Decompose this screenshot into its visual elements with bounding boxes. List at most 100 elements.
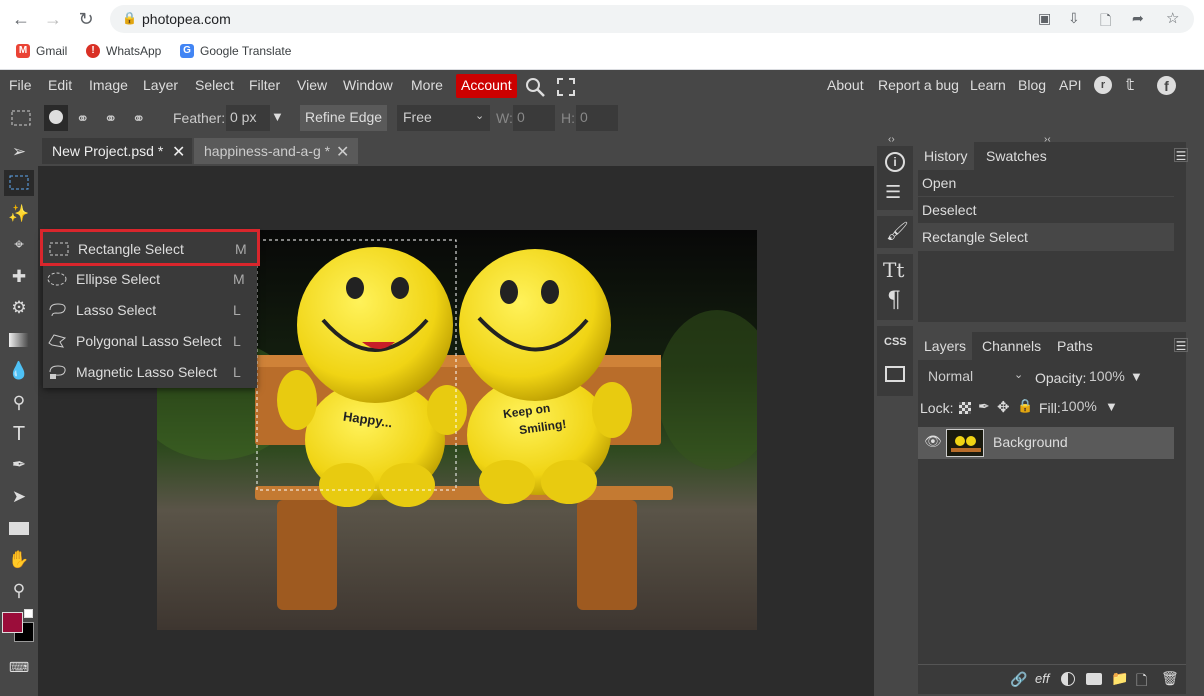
opacity-dropdown-icon[interactable]: ▼ — [1130, 369, 1143, 384]
pen-tool-icon[interactable]: ✒ — [6, 452, 32, 478]
blend-mode-select[interactable]: Normal ⌄ — [922, 364, 1028, 390]
style-select[interactable]: Free ⌄ — [397, 105, 490, 131]
menu-window[interactable]: Window — [343, 77, 393, 93]
feather-input[interactable]: 0 px — [226, 105, 270, 131]
link-blog[interactable]: Blog — [1018, 77, 1046, 93]
flyout-item-rectangle-select[interactable]: Rectangle Select M — [40, 229, 260, 266]
flyout-item-ellipse-select[interactable]: Ellipse Select M — [43, 264, 257, 295]
layer-row[interactable]: 👁 Background — [918, 427, 1174, 459]
css-icon[interactable]: CSS — [884, 336, 907, 348]
bookmark-whatsapp[interactable]: ! WhatsApp — [86, 42, 161, 60]
info-icon[interactable]: i — [885, 152, 905, 172]
character-icon[interactable]: Tt — [883, 258, 904, 282]
brush-icon[interactable]: 🖌 — [886, 221, 909, 242]
tab-happiness[interactable]: happiness-and-a-g * ✕ — [194, 138, 358, 164]
intersect-selection-icon[interactable]: ⚭ — [132, 109, 145, 129]
share-icon[interactable]: ➦ — [1132, 10, 1144, 27]
close-icon[interactable]: ✕ — [336, 142, 349, 162]
menu-select[interactable]: Select — [195, 77, 234, 93]
close-icon[interactable]: ✕ — [172, 142, 185, 162]
panel-menu-icon[interactable]: ☰ — [1174, 148, 1188, 163]
gradient-tool-icon[interactable] — [6, 327, 32, 353]
tab-paths[interactable]: Paths — [1051, 332, 1099, 360]
crop-tool-icon[interactable]: ⌖ — [6, 232, 32, 258]
refine-edge-button[interactable]: Refine Edge — [300, 105, 388, 131]
path-select-tool-icon[interactable]: ➤ — [6, 484, 32, 510]
adjustment-layer-icon[interactable] — [1061, 672, 1075, 686]
page-icon[interactable]: 🗋 — [1100, 10, 1111, 34]
visibility-eye-icon[interactable]: 👁 — [924, 433, 942, 450]
tab-layers[interactable]: Layers — [918, 332, 973, 360]
menu-more[interactable]: More — [411, 77, 443, 93]
layer-effects-icon[interactable]: eff — [1035, 671, 1049, 686]
panel-menu-icon[interactable]: ☰ — [1174, 338, 1188, 353]
back-icon[interactable]: ← — [10, 8, 32, 30]
hand-tool-icon[interactable]: ✋ — [6, 547, 32, 573]
foreground-color-swatch[interactable] — [2, 612, 23, 633]
facebook-icon[interactable]: f — [1157, 76, 1176, 95]
move-tool-icon[interactable]: ➢ — [6, 139, 32, 165]
menu-layer[interactable]: Layer — [143, 77, 178, 93]
history-item[interactable]: Deselect — [918, 197, 1174, 224]
rect-select-tool-icon[interactable] — [10, 108, 32, 128]
flyout-item-polygonal-lasso-select[interactable]: Polygonal Lasso Select L — [43, 326, 257, 357]
add-selection-icon[interactable]: ⚭ — [76, 109, 89, 129]
shape-tool-icon[interactable] — [6, 515, 32, 541]
lock-transparency-icon[interactable] — [959, 402, 971, 414]
tab-swatches[interactable]: Swatches — [980, 142, 1053, 170]
stamp-tool-icon[interactable]: ⚙ — [6, 295, 32, 321]
healing-tool-icon[interactable]: ✚ — [6, 264, 32, 290]
bookmark-google-translate[interactable]: G Google Translate — [180, 42, 291, 60]
layer-mask-icon[interactable] — [1086, 673, 1102, 685]
subtract-selection-icon[interactable]: ⚭ — [104, 109, 117, 129]
history-item[interactable]: Open — [918, 170, 1174, 197]
fill-dropdown-icon[interactable]: ▼ — [1105, 399, 1118, 414]
marquee-tool-icon[interactable] — [4, 170, 34, 196]
reload-icon[interactable]: ↻ — [75, 8, 97, 30]
menu-view[interactable]: View — [297, 77, 327, 93]
opacity-input[interactable]: 100% — [1088, 364, 1128, 390]
account-button[interactable]: Account — [456, 74, 517, 98]
magic-wand-tool-icon[interactable]: ✨ — [6, 201, 32, 227]
height-input[interactable]: 0 — [576, 105, 618, 131]
reddit-icon[interactable]: r — [1094, 76, 1112, 94]
selection-mode-new[interactable] — [44, 105, 68, 131]
address-bar[interactable]: 🔒 photopea.com ▣ ⇩ 🗋 ➦ ☆ — [110, 5, 1194, 33]
flyout-item-lasso-select[interactable]: Lasso Select L — [43, 295, 257, 326]
image-icon[interactable] — [885, 366, 905, 382]
paragraph-icon[interactable]: ¶ — [887, 288, 901, 313]
flyout-item-magnetic-lasso-select[interactable]: Magnetic Lasso Select L — [43, 357, 257, 388]
link-about[interactable]: About — [827, 77, 864, 93]
link-report-bug[interactable]: Report a bug — [878, 77, 959, 93]
open-in-app-icon[interactable]: ▣ — [1038, 10, 1051, 27]
tab-new-project[interactable]: New Project.psd * ✕ — [42, 138, 192, 164]
star-icon[interactable]: ☆ — [1166, 9, 1179, 27]
blur-tool-icon[interactable]: 💧 — [6, 358, 32, 384]
lock-pixels-icon[interactable]: ✒ — [978, 398, 990, 415]
menu-file[interactable]: File — [9, 77, 32, 93]
bookmark-gmail[interactable]: M Gmail — [16, 42, 67, 60]
link-layers-icon[interactable]: 🔗 — [1010, 671, 1027, 688]
lock-position-icon[interactable]: ✥ — [997, 398, 1010, 416]
menu-filter[interactable]: Filter — [249, 77, 280, 93]
dodge-tool-icon[interactable]: ⚲ — [6, 390, 32, 416]
menu-image[interactable]: Image — [89, 77, 128, 93]
install-icon[interactable]: ⇩ — [1068, 10, 1080, 27]
adjustments-icon[interactable]: ☰ — [885, 182, 901, 203]
delete-layer-icon[interactable]: 🗑 — [1161, 670, 1179, 687]
type-tool-icon[interactable]: T — [6, 421, 32, 447]
tab-channels[interactable]: Channels — [976, 332, 1047, 360]
default-colors-icon[interactable] — [24, 609, 33, 618]
lock-all-icon[interactable]: 🔒 — [1017, 398, 1033, 414]
menu-edit[interactable]: Edit — [48, 77, 72, 93]
link-learn[interactable]: Learn — [970, 77, 1006, 93]
forward-icon[interactable]: → — [42, 8, 64, 30]
twitter-icon[interactable]: 𝕥 — [1126, 75, 1134, 95]
collapse-icon[interactable]: ‹› — [888, 134, 895, 145]
history-item[interactable]: Rectangle Select — [918, 224, 1174, 251]
feather-dropdown-icon[interactable]: ▼ — [271, 109, 284, 124]
link-api[interactable]: API — [1059, 77, 1082, 93]
tab-history[interactable]: History — [918, 142, 974, 170]
fullscreen-icon[interactable] — [556, 77, 576, 97]
new-layer-icon[interactable]: 🗋 — [1136, 670, 1147, 694]
